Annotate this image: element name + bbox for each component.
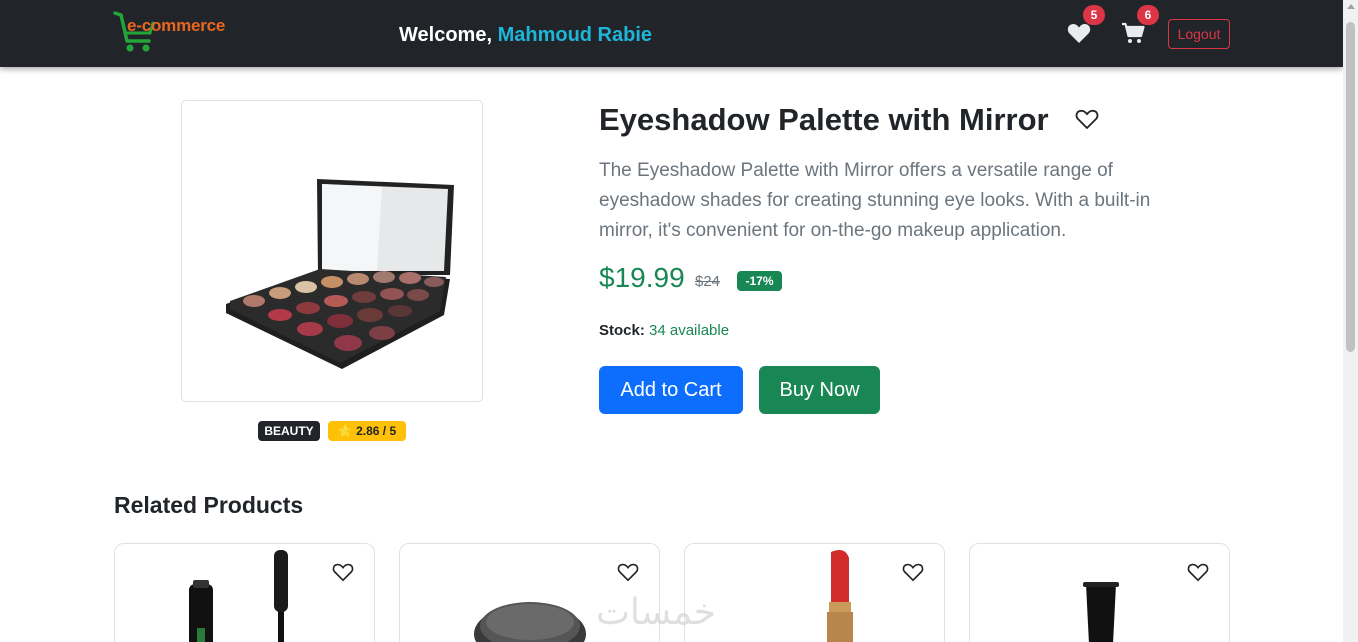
category-badge: BEAUTY [258, 421, 320, 441]
logout-button[interactable]: Logout [1168, 19, 1230, 49]
navbar: e-commerce Welcome, Mahmoud Rabie 5 6 Lo… [0, 0, 1343, 67]
user-name: Mahmoud Rabie [497, 24, 653, 46]
stock-info: Stock: 34 available [599, 322, 729, 339]
add-to-cart-button[interactable]: Add to Cart [599, 366, 743, 414]
eyeshadow-palette-image [226, 179, 454, 369]
discount-badge: -17% [737, 271, 782, 291]
welcome-prefix: Welcome, [399, 24, 498, 46]
buy-now-button[interactable]: Buy Now [759, 366, 880, 414]
card-wishlist-button[interactable] [332, 562, 354, 582]
card-wishlist-button[interactable] [902, 562, 924, 582]
cart-icon [1122, 22, 1145, 43]
wishlist-count-badge: 5 [1083, 5, 1105, 25]
scroll-thumb[interactable] [1346, 22, 1355, 352]
heart-outline-icon [1075, 109, 1099, 129]
product-title: Eyeshadow Palette with Mirror [599, 102, 1049, 137]
heart-outline-icon [617, 563, 639, 582]
scroll-up-arrow-icon[interactable] [1347, 4, 1355, 9]
product-description: The Eyeshadow Palette with Mirror offers… [599, 160, 1151, 241]
rating-badge: ⭐ 2.86 / 5 [328, 421, 406, 441]
heart-outline-icon [1187, 563, 1209, 582]
heart-icon [1067, 23, 1091, 43]
watermark: خمسات [596, 592, 717, 633]
related-product-card-nail-polish[interactable] [969, 543, 1230, 642]
welcome-message: Welcome, Mahmoud Rabie [399, 24, 652, 47]
nail-polish-image [1083, 582, 1119, 642]
card-wishlist-button[interactable] [617, 562, 639, 582]
lipstick-image [827, 550, 853, 642]
heart-outline-icon [332, 563, 354, 582]
add-to-wishlist-button[interactable] [1075, 108, 1099, 130]
cart-count-badge: 6 [1137, 5, 1159, 25]
related-products-heading: Related Products [114, 492, 304, 518]
stock-label: Stock: [599, 322, 645, 339]
stock-value: 34 available [649, 322, 730, 339]
logo[interactable]: e-commerce [113, 11, 248, 55]
product-image [181, 100, 483, 402]
heart-outline-icon [902, 563, 924, 582]
mascara-image [189, 550, 288, 642]
related-product-card-mascara[interactable] [114, 543, 375, 642]
cart-button[interactable]: 6 [1121, 5, 1159, 46]
related-product-card-lipstick[interactable] [684, 543, 945, 642]
wishlist-button[interactable]: 5 [1067, 5, 1105, 46]
product-price: $19.99 [599, 262, 685, 293]
page-scrollbar[interactable] [1343, 0, 1358, 642]
card-wishlist-button[interactable] [1187, 562, 1209, 582]
original-price: $24 [695, 273, 721, 290]
logo-text: e-commerce [127, 16, 226, 35]
